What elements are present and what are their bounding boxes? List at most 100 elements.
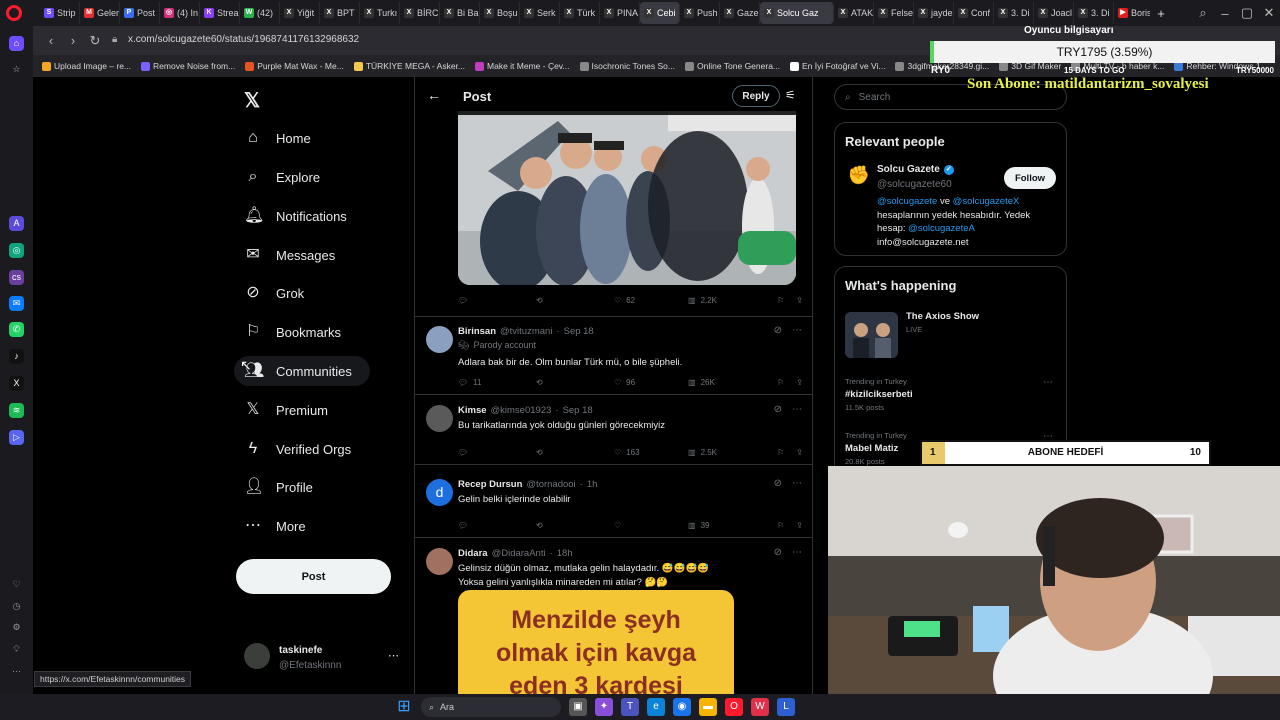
opera-logo-icon[interactable] bbox=[6, 5, 22, 21]
forward-icon[interactable]: › bbox=[62, 30, 84, 52]
share-icon[interactable]: ⇪ bbox=[796, 378, 803, 387]
reply-views-button[interactable]: ▥ 2.5K bbox=[688, 448, 770, 457]
nav-premium[interactable]: 𝕏 Premium bbox=[244, 393, 328, 427]
sidebar-spotify-icon[interactable]: ≋ bbox=[9, 403, 24, 418]
browser-tab[interactable]: ▶ Boris bbox=[1114, 2, 1150, 24]
sidebar-more-icon[interactable]: ⋯ bbox=[9, 664, 24, 679]
grok-explain-icon[interactable]: ⊘ bbox=[774, 325, 782, 336]
reply-author[interactable]: Recep Dursun bbox=[458, 479, 522, 490]
account-menu-icon[interactable]: ⋯ bbox=[388, 649, 399, 662]
repost-icon[interactable]: ⟲ bbox=[536, 521, 614, 530]
grok-explain-icon[interactable]: ⊘ bbox=[774, 478, 782, 489]
reply-author[interactable]: Didara bbox=[458, 548, 488, 559]
show-title[interactable]: The Axios Show bbox=[906, 311, 979, 322]
solcu-avatar[interactable]: ✊ bbox=[847, 163, 871, 187]
grok-explain-icon[interactable]: ⊘ bbox=[774, 547, 782, 558]
wps-icon[interactable]: W bbox=[751, 698, 769, 716]
browser-tab[interactable]: X 3. Di bbox=[1074, 2, 1114, 24]
repost-icon[interactable]: ⟲ bbox=[536, 378, 614, 387]
browser-tab[interactable]: X Boşu bbox=[480, 2, 520, 24]
opera-taskbar-icon[interactable]: O bbox=[725, 698, 743, 716]
nav-profile[interactable]: 👤︎ Profile bbox=[244, 470, 313, 504]
browser-tab[interactable]: X BİRC bbox=[400, 2, 440, 24]
reply-tweet[interactable]: Kimse @kimse01923 · Sep 18 ⊘ ⋯ Bu tarikatla… bbox=[415, 397, 812, 465]
reply-more-icon[interactable]: ⋯ bbox=[792, 547, 802, 558]
reply-comment-button[interactable]: 💬︎ bbox=[458, 521, 536, 530]
search-tabs-icon[interactable]: ⌕ bbox=[1192, 2, 1214, 24]
browser-tab[interactable]: X Push bbox=[680, 2, 720, 24]
reply-avatar[interactable] bbox=[426, 326, 453, 353]
browser-tab[interactable]: S Strip bbox=[40, 2, 80, 24]
copilot-icon[interactable]: ✦ bbox=[595, 698, 613, 716]
browser-tab[interactable]: X Turkı bbox=[360, 2, 400, 24]
browser-tab[interactable]: W (42) bbox=[240, 2, 280, 24]
reply-comment-button[interactable]: 💬︎ 11 bbox=[458, 378, 536, 387]
trend-item[interactable]: Trending in Turkey #kizilcikserbeti 11.5… bbox=[845, 377, 1057, 421]
main-views-button[interactable]: ▥ 2.2K bbox=[688, 296, 770, 305]
bookmark-item[interactable]: En İyi Fotoğraf ve Vi... bbox=[790, 61, 885, 71]
bookmark-item[interactable]: Purple Mat Wax - Me... bbox=[245, 61, 344, 71]
sidebar-player-icon[interactable]: ▷ bbox=[9, 430, 24, 445]
sidebar-messenger-icon[interactable]: ✉ bbox=[9, 296, 24, 311]
main-reply-icon[interactable]: 💬︎ bbox=[458, 296, 536, 305]
reply-like-button[interactable]: ♡ 163 bbox=[614, 448, 688, 457]
taskbar-search[interactable]: ⌕ Ara bbox=[421, 697, 561, 717]
main-post-image[interactable] bbox=[458, 111, 796, 285]
sidebar-star-icon[interactable]: ☆ bbox=[9, 62, 24, 77]
account-avatar[interactable] bbox=[244, 643, 270, 669]
person-name-row[interactable]: Solcu Gazete ✓ bbox=[877, 164, 954, 175]
reply-avatar[interactable]: d bbox=[426, 479, 453, 506]
reply-settings-icon[interactable]: ⚟ bbox=[785, 88, 796, 102]
close-window-icon[interactable]: ✕ bbox=[1258, 2, 1280, 24]
url-field[interactable]: 🔒︎ x.com/solcugazete60/status/1968741176… bbox=[106, 31, 926, 49]
browser-tab[interactable]: X PINA bbox=[600, 2, 640, 24]
browser-tab[interactable]: X Joacl bbox=[1034, 2, 1074, 24]
browser-tab[interactable]: X Gaze bbox=[720, 2, 760, 24]
main-repost-icon[interactable]: ⟲ bbox=[536, 296, 614, 305]
share-icon[interactable]: ⇪ bbox=[796, 448, 803, 457]
reply-like-button[interactable]: ♡ bbox=[614, 521, 688, 530]
file-explorer-icon[interactable]: ▬ bbox=[699, 698, 717, 716]
grok-explain-icon[interactable]: ⊘ bbox=[774, 404, 782, 415]
sidebar-history-icon[interactable]: ◷ bbox=[9, 599, 24, 614]
reply-time[interactable]: Sep 18 bbox=[563, 405, 593, 416]
new-tab-icon[interactable]: + bbox=[1150, 2, 1172, 24]
share-icon[interactable]: ⇪ bbox=[796, 521, 803, 530]
browser-tab[interactable]: X Felse bbox=[874, 2, 914, 24]
back-arrow-icon[interactable]: ← bbox=[427, 87, 441, 103]
sidebar-heart-icon[interactable]: ♡ bbox=[9, 577, 24, 592]
browser-tab[interactable]: X Yiğit bbox=[280, 2, 320, 24]
nav-bookmarks[interactable]: ⚐ Bookmarks bbox=[244, 315, 341, 349]
reply-more-icon[interactable]: ⋯ bbox=[792, 325, 802, 336]
sidebar-x-icon[interactable]: X bbox=[9, 376, 24, 391]
bookmark-item[interactable]: Online Tone Genera... bbox=[685, 61, 780, 71]
browser-tab[interactable]: X Bi Ba bbox=[440, 2, 480, 24]
nav-home[interactable]: ⌂ Home bbox=[244, 121, 311, 155]
browser-tab[interactable]: X BPT bbox=[320, 2, 360, 24]
reply-more-icon[interactable]: ⋯ bbox=[792, 404, 802, 415]
reply-comment-button[interactable]: 💬︎ bbox=[458, 448, 536, 457]
nav-communities[interactable]: 👥︎ Communities bbox=[244, 354, 352, 388]
reply-handle[interactable]: @kimse01923 bbox=[491, 405, 552, 416]
maximize-icon[interactable]: ▢ bbox=[1236, 2, 1258, 24]
reply-tweet[interactable]: Birinsan @tvituzmani · Sep 18 ⊘ ⋯ 🎭︎ Parody … bbox=[415, 318, 812, 395]
reply-handle[interactable]: @tvituzmani bbox=[500, 326, 552, 337]
task-view-icon[interactable]: ▣ bbox=[569, 698, 587, 716]
reply-views-button[interactable]: ▥ 26K bbox=[688, 378, 770, 387]
bookmark-item[interactable]: TÜRKİYE MEGA - Asker... bbox=[353, 61, 465, 71]
reply-author[interactable]: Birinsan bbox=[458, 326, 496, 337]
reply-more-icon[interactable]: ⋯ bbox=[792, 478, 802, 489]
bookmark-item[interactable]: Isochronic Tones So... bbox=[579, 61, 675, 71]
reply-handle[interactable]: @tornadooi bbox=[526, 479, 575, 490]
bio-link-3[interactable]: @solcugazeteA bbox=[908, 223, 975, 234]
bio-link-1[interactable]: @solcugazete bbox=[877, 196, 937, 207]
browser-tab[interactable]: X Türk bbox=[560, 2, 600, 24]
bookmark-item[interactable]: Make it Meme - Çev... bbox=[475, 61, 570, 71]
browser-tab[interactable]: M Geler bbox=[80, 2, 120, 24]
sidebar-workspace-icon[interactable]: ⌂ bbox=[9, 36, 24, 51]
reply-author[interactable]: Kimse bbox=[458, 405, 487, 416]
bookmark-icon[interactable]: ⚐ bbox=[777, 521, 784, 530]
browser-tab[interactable]: X ATAK bbox=[834, 2, 874, 24]
chrome-icon[interactable]: ◉ bbox=[673, 698, 691, 716]
teams-icon[interactable]: T bbox=[621, 698, 639, 716]
